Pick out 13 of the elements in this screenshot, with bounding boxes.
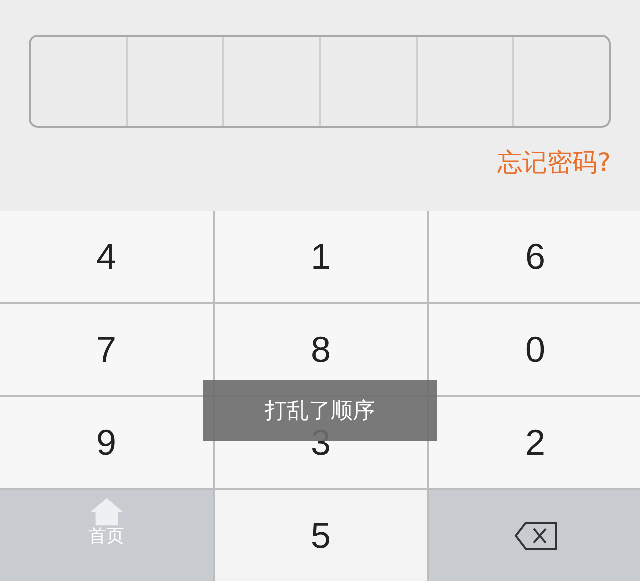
delete-key[interactable] <box>429 490 640 581</box>
digit-key[interactable]: 2 <box>429 397 640 488</box>
digit-key[interactable]: 0 <box>429 304 640 395</box>
toast-message: 打乱了顺序 <box>203 380 437 441</box>
digit-key[interactable]: 6 <box>429 211 640 302</box>
digit-key[interactable]: 7 <box>0 304 213 395</box>
digit-key[interactable]: 9 <box>0 397 213 488</box>
digit-key[interactable]: 4 <box>0 211 213 302</box>
backspace-icon <box>514 520 558 550</box>
home-icon <box>91 498 123 526</box>
pin-field[interactable] <box>29 35 611 128</box>
digit-key[interactable]: 5 <box>215 490 427 581</box>
digit-key[interactable]: 1 <box>215 211 427 302</box>
